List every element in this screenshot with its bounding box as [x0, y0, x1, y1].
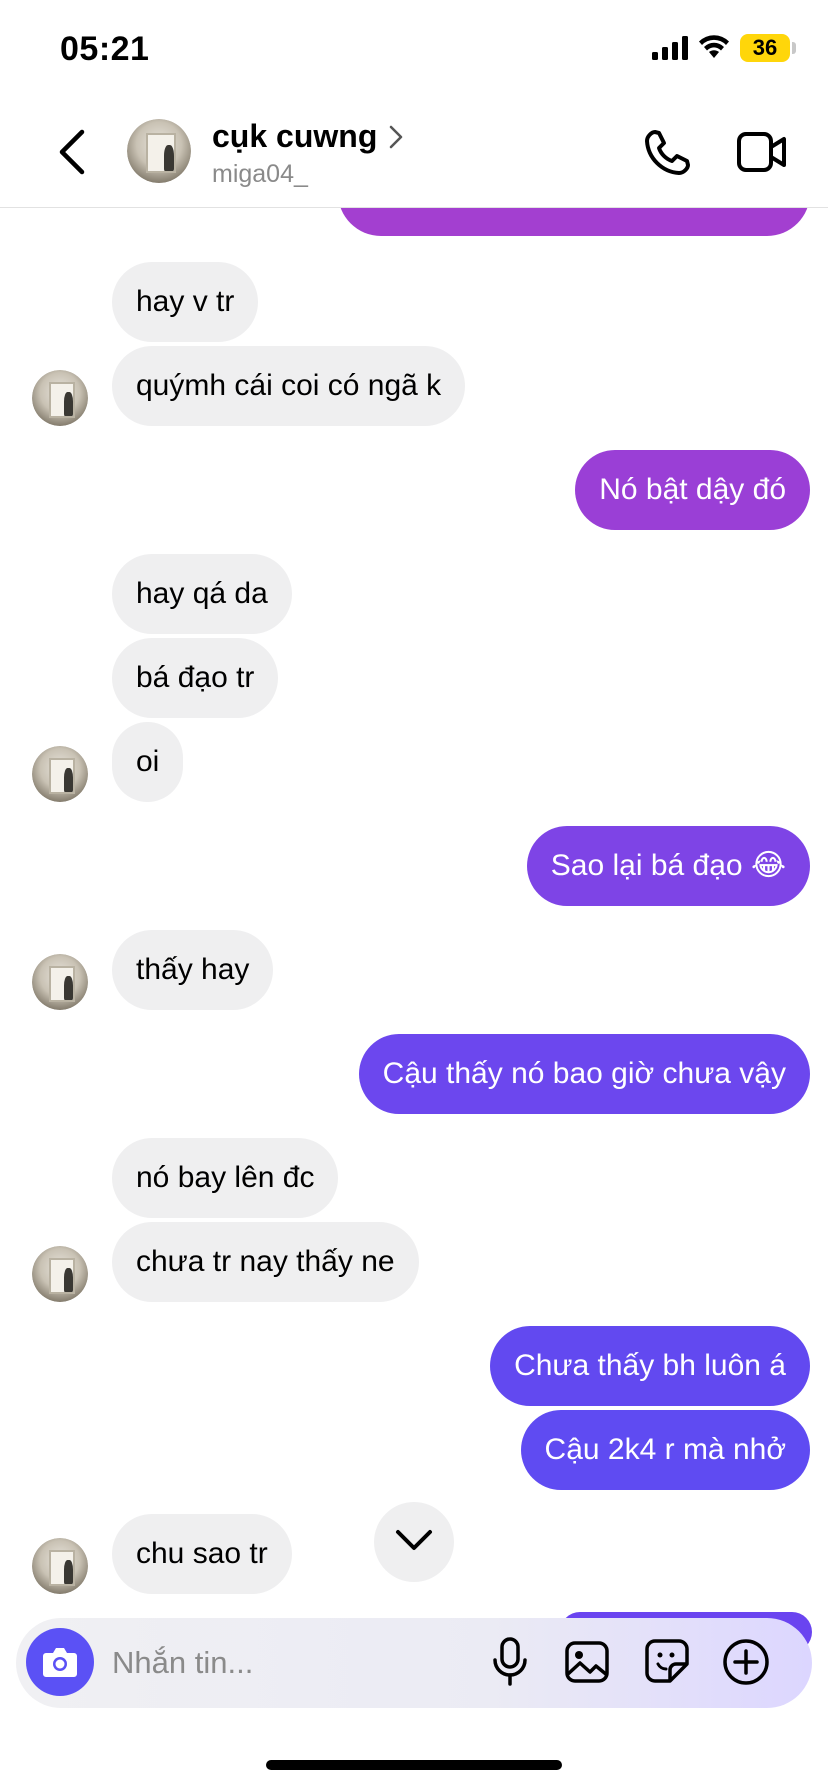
sticker-icon[interactable]: [644, 1638, 690, 1684]
message-bubble-outgoing[interactable]: Cậu 2k4 r mà nhở: [520, 1410, 810, 1490]
message-bubble-incoming[interactable]: quýmh cái coi có ngã k: [112, 346, 466, 426]
phone-icon[interactable]: [642, 128, 692, 178]
back-icon[interactable]: [52, 126, 92, 178]
status-time: 05:21: [60, 30, 150, 68]
sender-avatar[interactable]: [32, 1538, 88, 1594]
camera-button[interactable]: [26, 1628, 94, 1696]
sender-avatar[interactable]: [32, 370, 88, 426]
message-bubble-incoming[interactable]: hay qá da: [112, 554, 292, 634]
chevron-down-icon: [396, 1530, 432, 1550]
chat-header: cụk cuwng miga04_: [0, 100, 828, 208]
sender-avatar[interactable]: [32, 746, 88, 802]
message-bubble-incoming[interactable]: nó bay lên đc: [112, 1138, 339, 1218]
contact-name[interactable]: cụk cuwng: [212, 118, 377, 155]
message-bubble-outgoing[interactable]: Sao lại bá đạo 😂: [526, 826, 810, 906]
battery-icon: 36: [740, 34, 790, 62]
sender-avatar[interactable]: [32, 954, 88, 1010]
message-bubble-incoming[interactable]: bá đạo tr: [112, 638, 279, 718]
status-bar: 05:21 36: [0, 0, 828, 100]
message-bubble-outgoing[interactable]: Chưa thấy bh luôn á: [490, 1326, 810, 1406]
camera-icon: [43, 1648, 77, 1677]
message-bubble-incoming[interactable]: oi: [112, 722, 184, 802]
chevron-right-icon[interactable]: [388, 124, 404, 150]
battery-tip: [792, 42, 796, 54]
message-bubble-outgoing[interactable]: Cậu thấy nó bao giờ chưa vậy: [358, 1034, 810, 1114]
message-input[interactable]: [112, 1638, 472, 1688]
contact-username[interactable]: miga04_: [212, 160, 308, 189]
scroll-to-bottom-button[interactable]: [374, 1502, 454, 1582]
contact-avatar[interactable]: [127, 119, 191, 183]
message-bubble-incoming[interactable]: thấy hay: [112, 930, 274, 1010]
home-indicator: [266, 1760, 562, 1770]
message-bubble-incoming[interactable]: chưa tr nay thấy ne: [112, 1222, 419, 1302]
message-bubble-incoming[interactable]: hay v tr: [112, 262, 259, 342]
gallery-icon[interactable]: [564, 1640, 610, 1684]
plus-icon[interactable]: [722, 1638, 770, 1686]
microphone-icon[interactable]: [490, 1636, 530, 1688]
message-bubble-outgoing[interactable]: Nó bật dậy đó: [575, 450, 810, 530]
video-camera-icon[interactable]: [736, 130, 788, 174]
message-bubble-incoming[interactable]: chu sao tr: [112, 1514, 292, 1594]
wifi-icon: [699, 35, 729, 58]
sender-avatar[interactable]: [32, 1246, 88, 1302]
signal-icon: [652, 36, 688, 60]
